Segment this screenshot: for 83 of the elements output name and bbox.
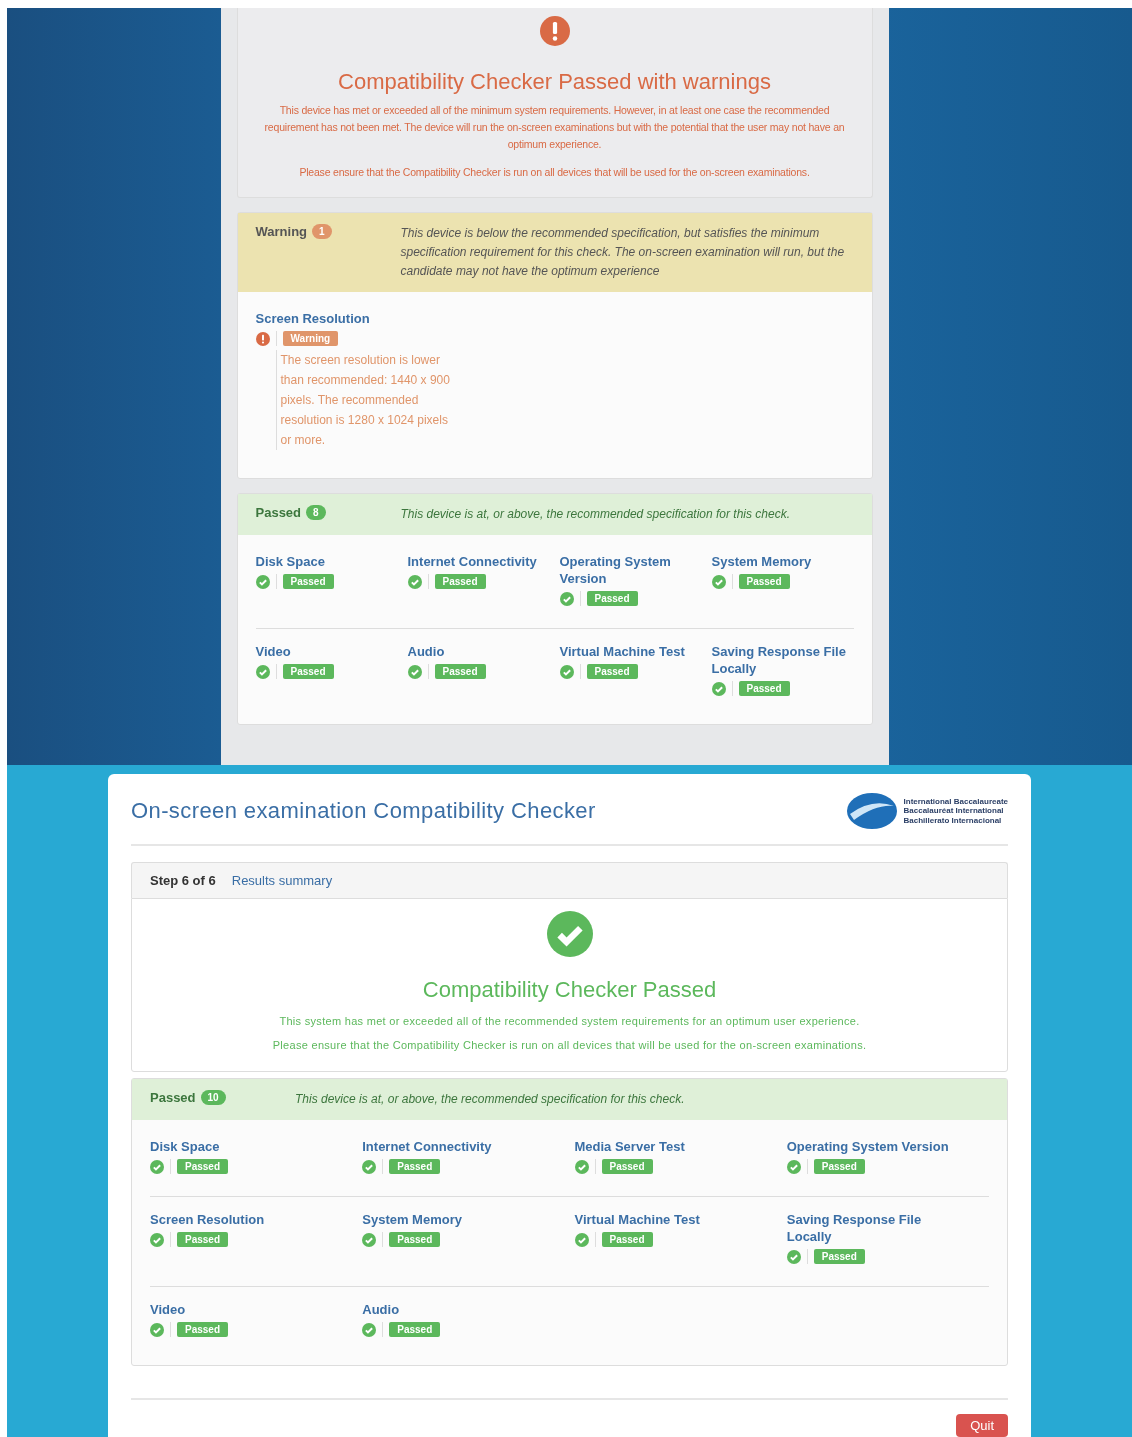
check-name: Screen Resolution — [255, 310, 371, 327]
status-badge: Passed — [282, 664, 334, 679]
check-name: Internet Connectivity — [362, 1138, 493, 1155]
logo-text: Baccalauréat International — [903, 806, 1005, 816]
group-description: This device is at, or above, the recommended specification for this check. — [295, 1091, 686, 1108]
status-badge: Passed — [389, 1232, 441, 1247]
status-badge: Warning — [282, 331, 339, 346]
quit-button[interactable]: Quit — [956, 1414, 1008, 1437]
step-title: Results summary — [231, 873, 333, 888]
group-label: Warning — [255, 224, 307, 239]
check-icon — [362, 1322, 377, 1337]
check-icon — [362, 1159, 377, 1174]
status-badge: Passed — [177, 1232, 229, 1247]
status-badge: Passed — [177, 1159, 229, 1174]
check-name: Saving Response File Locally — [711, 643, 847, 677]
check-icon — [150, 1232, 164, 1247]
count-badge: 10 — [200, 1090, 226, 1105]
check-name: Disk Space — [150, 1138, 221, 1155]
status-badge: Passed — [389, 1159, 441, 1174]
check-name: Disk Space — [255, 553, 326, 570]
check-name: Audio — [362, 1301, 401, 1318]
status-badge: Passed — [586, 591, 638, 606]
check-name: Operating System Version — [559, 553, 672, 587]
status-badge: Passed — [738, 681, 790, 696]
check-icon — [711, 574, 726, 589]
status-badge: Passed — [601, 1159, 653, 1174]
check-name: Virtual Machine Test — [574, 1211, 701, 1228]
group-description: This device is at, or above, the recommended specification for this check. — [400, 506, 792, 523]
page-title: On-screen examination Compatibility Checker — [131, 798, 596, 824]
check-name: Operating System Version — [786, 1138, 950, 1155]
count-badge: 8 — [306, 505, 326, 520]
check-name: System Memory — [362, 1211, 463, 1228]
check-icon — [786, 1159, 801, 1174]
check-name: Audio — [407, 643, 446, 660]
status-badge: Passed — [434, 574, 486, 589]
status-badge: Passed — [177, 1322, 229, 1337]
check-name: System Memory — [711, 553, 813, 570]
check-icon — [559, 591, 574, 606]
status-badge: Passed — [813, 1249, 865, 1264]
result-message: This system has met or exceeded all of the recommended system requirements for an optimum user experience. — [279, 1014, 860, 1029]
result-title: Compatibility Checker Passed with warnings — [338, 69, 771, 95]
check-icon — [150, 1322, 164, 1337]
check-icon — [407, 574, 422, 589]
result-message: This device has met or exceeded all of the minimum system requirements. However, in at least one case the recommended requirement has not been met. The device will run the on-screen examinations but with the potential that the user may not have an optimum experience. — [263, 103, 846, 152]
status-badge: Passed — [601, 1232, 653, 1247]
exclamation-icon — [539, 16, 570, 46]
result-message: Please ensure that the Compatibility Checker is run on all devices that will be used for the on-screen examinations. — [272, 1038, 867, 1053]
check-icon — [786, 1249, 801, 1264]
check-icon — [574, 1232, 589, 1247]
check-icon — [255, 664, 270, 679]
group-label: Passed — [150, 1090, 196, 1105]
group-label: Passed — [255, 505, 302, 520]
status-badge: Passed — [282, 574, 334, 589]
exclamation-icon — [255, 331, 270, 346]
group-description: This device is below the recommended specification, but satisfies the minimum specification requirement for this check. The on-screen examination will run, but the candidate may not have the optimum experience — [400, 225, 846, 280]
result-message: Please ensure that the Compatibility Checker is run on all devices that will be used for the on-screen examinations. — [299, 165, 810, 180]
logo-text: Bachillerato Internacional — [903, 815, 1003, 826]
check-icon — [150, 1159, 164, 1174]
check-name: Saving Response File Locally — [786, 1211, 923, 1245]
check-name: Video — [255, 643, 292, 660]
status-badge: Passed — [389, 1322, 441, 1337]
check-icon — [546, 911, 593, 957]
check-name: Media Server Test — [574, 1138, 686, 1155]
logo-text: International Baccalaureate — [903, 796, 1008, 807]
step-label: Step 6 of 6 — [150, 873, 216, 888]
count-badge: 1 — [312, 224, 332, 239]
check-name: Virtual Machine Test — [559, 643, 686, 660]
check-icon — [362, 1232, 377, 1247]
check-icon — [255, 574, 270, 589]
check-name: Internet Connectivity — [407, 553, 538, 570]
check-icon — [559, 664, 574, 679]
status-badge: Passed — [813, 1159, 865, 1174]
status-badge: Passed — [738, 574, 790, 589]
check-name: Screen Resolution — [150, 1211, 266, 1228]
result-title: Compatibility Checker Passed — [422, 977, 717, 1003]
check-icon — [711, 681, 726, 696]
check-name: Video — [150, 1301, 187, 1318]
check-icon — [574, 1159, 589, 1174]
check-message: The screen resolution is lower than recommended: 1440 x 900 pixels. The recommended resolution is 1280 x 1024 pixels or more. — [275, 350, 451, 450]
status-badge: Passed — [586, 664, 638, 679]
status-badge: Passed — [434, 664, 486, 679]
check-icon — [407, 664, 422, 679]
globe-logo-icon — [845, 792, 898, 830]
